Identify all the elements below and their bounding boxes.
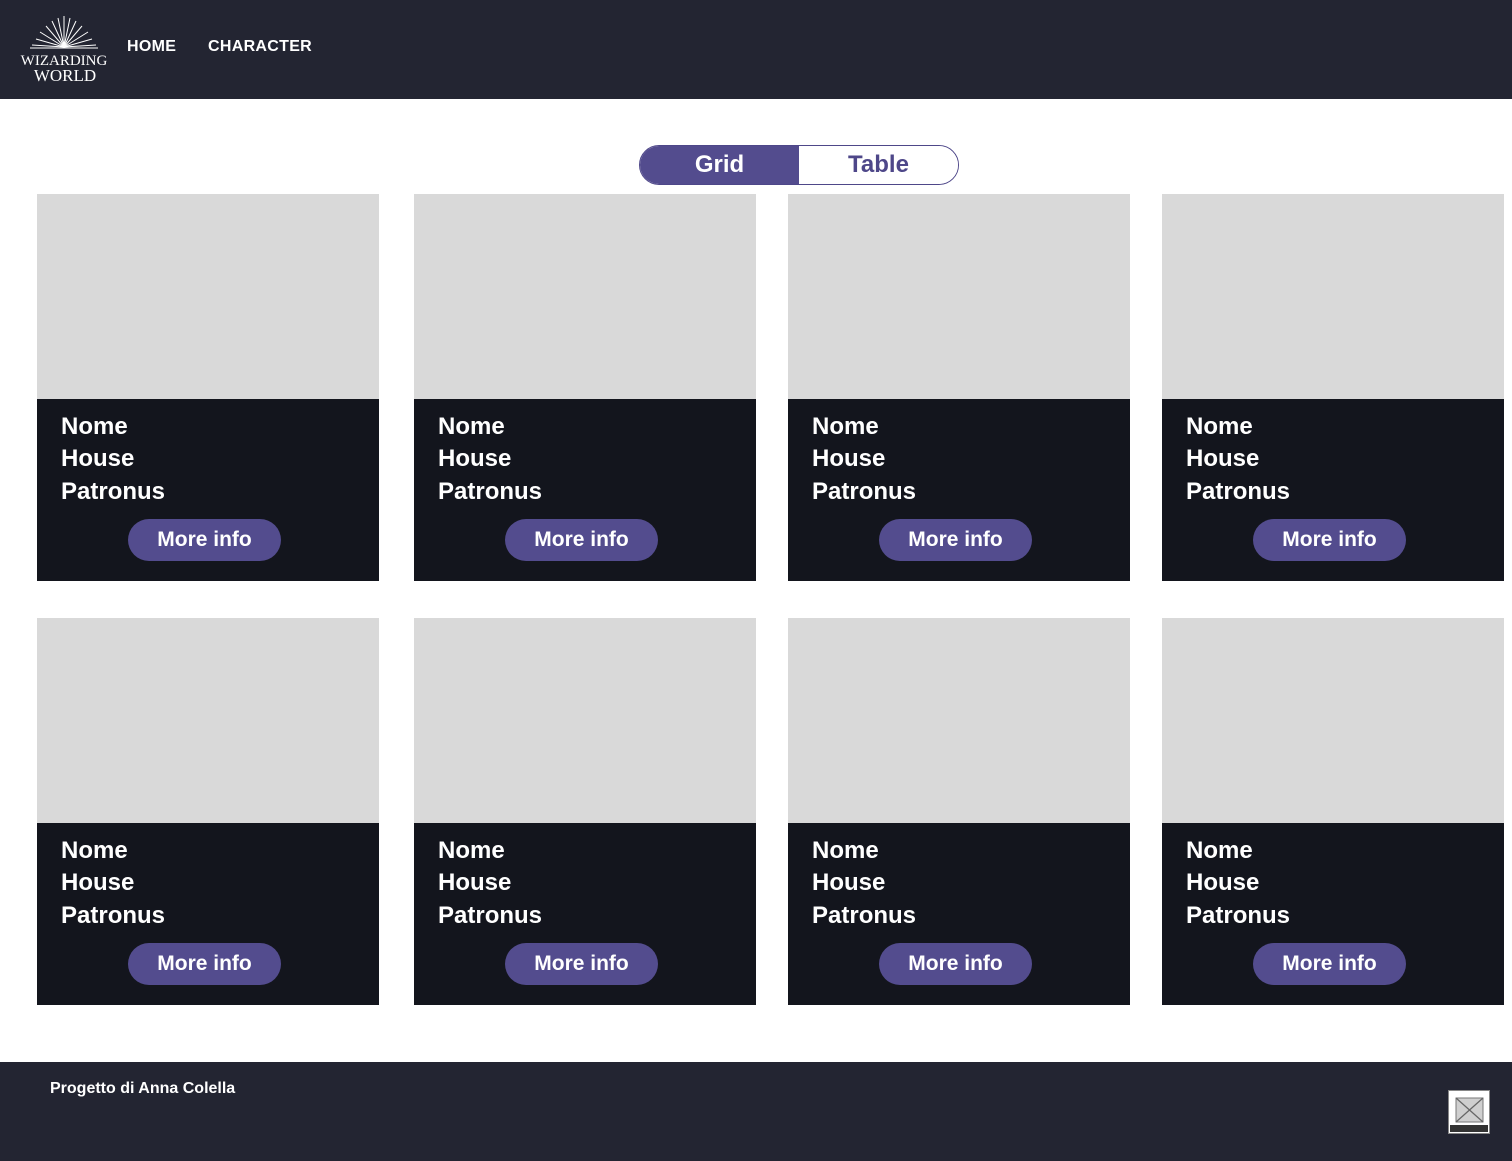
table-view-button[interactable]: Table: [799, 146, 958, 184]
character-house: House: [1186, 869, 1260, 896]
character-patronus: Patronus: [61, 478, 166, 505]
more-info-button[interactable]: More info: [1253, 519, 1406, 561]
character-house: House: [438, 445, 512, 472]
view-toggle: Grid Table: [639, 145, 959, 185]
character-image-placeholder: [788, 618, 1130, 823]
grid-view-button[interactable]: Grid: [640, 146, 799, 184]
character-card: Nome House Patronus More info: [788, 194, 1130, 581]
more-info-button[interactable]: More info: [879, 943, 1032, 985]
character-card: Nome House Patronus More info: [37, 194, 379, 581]
more-info-button[interactable]: More info: [505, 519, 658, 561]
character-name: Nome: [61, 837, 128, 864]
character-image-placeholder: [414, 618, 756, 823]
footer: Progetto di Anna Colella: [0, 1062, 1512, 1161]
character-card: Nome House Patronus More info: [1162, 618, 1504, 1005]
character-card: Nome House Patronus More info: [788, 618, 1130, 1005]
character-house: House: [438, 869, 512, 896]
character-house: House: [812, 445, 886, 472]
character-patronus: Patronus: [1186, 902, 1291, 929]
character-house: House: [812, 869, 886, 896]
wizarding-world-logo[interactable]: WIZARDING WORLD: [18, 14, 110, 86]
character-image-placeholder: [1162, 618, 1504, 823]
more-info-button[interactable]: More info: [879, 519, 1032, 561]
more-info-button[interactable]: More info: [505, 943, 658, 985]
character-name: Nome: [61, 413, 128, 440]
character-name: Nome: [1186, 413, 1253, 440]
wizarding-world-logo-graphic: WIZARDING WORLD: [21, 16, 107, 85]
character-patronus: Patronus: [438, 478, 543, 505]
more-info-button[interactable]: More info: [1253, 943, 1406, 985]
character-patronus: Patronus: [438, 902, 543, 929]
top-navbar: WIZARDING WORLD HOME CHARACTER: [0, 0, 1512, 99]
character-image-placeholder: [37, 194, 379, 399]
character-name: Nome: [438, 413, 505, 440]
character-house: House: [61, 869, 135, 896]
character-name: Nome: [438, 837, 505, 864]
character-patronus: Patronus: [812, 478, 917, 505]
character-card: Nome House Patronus More info: [414, 194, 756, 581]
character-card: Nome House Patronus More info: [37, 618, 379, 1005]
character-patronus: Patronus: [1186, 478, 1291, 505]
character-name: Nome: [812, 413, 879, 440]
character-image-placeholder: [37, 618, 379, 823]
more-info-button[interactable]: More info: [128, 519, 281, 561]
university-logo: [1448, 1090, 1490, 1134]
university-logo-graphic: [1448, 1090, 1490, 1134]
character-image-placeholder: [788, 194, 1130, 399]
nav-home-link[interactable]: HOME: [127, 38, 176, 56]
svg-text:WORLD: WORLD: [34, 66, 96, 85]
more-info-button[interactable]: More info: [128, 943, 281, 985]
character-image-placeholder: [1162, 194, 1504, 399]
character-card: Nome House Patronus More info: [414, 618, 756, 1005]
footer-credit: Progetto di Anna Colella: [50, 1080, 236, 1097]
character-house: House: [1186, 445, 1260, 472]
character-patronus: Patronus: [61, 902, 166, 929]
character-image-placeholder: [414, 194, 756, 399]
nav-character-link[interactable]: CHARACTER: [208, 38, 312, 56]
character-patronus: Patronus: [812, 902, 917, 929]
character-house: House: [61, 445, 135, 472]
character-name: Nome: [812, 837, 879, 864]
character-name: Nome: [1186, 837, 1253, 864]
character-card: Nome House Patronus More info: [1162, 194, 1504, 581]
